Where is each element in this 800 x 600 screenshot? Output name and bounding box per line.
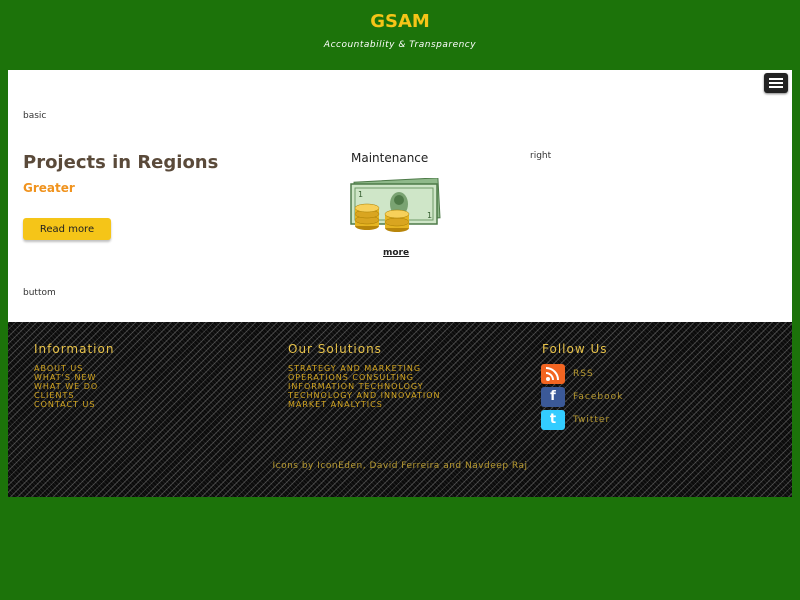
icon-credits: Icons by IconEden, David Ferreira and Na… xyxy=(8,461,792,471)
menu-bar xyxy=(769,82,783,84)
site-tagline: Accountability & Transparency xyxy=(323,40,477,50)
money-bills-coins-icon: 1 1 xyxy=(350,178,441,232)
position-label-buttom: buttom xyxy=(23,288,56,298)
menu-bar xyxy=(769,86,783,88)
read-more-button[interactable]: Read more xyxy=(23,218,111,240)
credit-link-iconeden[interactable]: IconEden xyxy=(317,461,362,471)
social-label-rss[interactable]: RSS xyxy=(573,369,594,379)
footer-link-market-analytics[interactable]: MARKET ANALYTICS xyxy=(288,400,441,409)
footer: Information ABOUT US WHAT'S NEW WHAT WE … xyxy=(8,322,792,497)
menu-bar xyxy=(769,78,783,80)
facebook-icon[interactable]: f xyxy=(541,387,565,407)
solutions-links: STRATEGY AND MARKETING OPERATIONS CONSUL… xyxy=(288,364,441,409)
footer-link-contact-us[interactable]: CONTACT US xyxy=(34,400,98,409)
footer-link-about-us[interactable]: ABOUT US xyxy=(34,364,98,373)
svg-text:1: 1 xyxy=(427,211,432,220)
credits-and: and xyxy=(439,461,465,471)
rss-icon[interactable] xyxy=(541,364,565,384)
social-label-facebook[interactable]: Facebook xyxy=(573,392,623,402)
maintenance-title: Maintenance xyxy=(351,151,429,165)
credit-link-navdeep-raj[interactable]: Navdeep Raj xyxy=(465,461,528,471)
footer-link-information-technology[interactable]: INFORMATION TECHNOLOGY xyxy=(288,382,441,391)
footer-link-operations[interactable]: OPERATIONS CONSULTING xyxy=(288,373,441,382)
footer-link-whats-new[interactable]: WHAT'S NEW xyxy=(34,373,98,382)
projects-title: Projects in Regions xyxy=(23,152,219,173)
credit-link-david-ferreira[interactable]: David Ferreira xyxy=(369,461,439,471)
position-label-right: right xyxy=(530,151,552,161)
site-title[interactable]: GSAM xyxy=(0,11,800,32)
credits-prefix: Icons by xyxy=(272,461,318,471)
information-title: Information xyxy=(34,342,115,356)
main-content: basic Projects in Regions Greater Read m… xyxy=(8,70,792,322)
footer-link-technology-innovation[interactable]: TECHNOLOGY AND INNOVATION xyxy=(288,391,441,400)
position-label-basic: basic xyxy=(23,111,47,121)
twitter-icon[interactable]: t xyxy=(541,410,565,430)
information-links: ABOUT US WHAT'S NEW WHAT WE DO CLIENTS C… xyxy=(34,364,98,409)
footer-link-clients[interactable]: CLIENTS xyxy=(34,391,98,400)
footer-link-what-we-do[interactable]: WHAT WE DO xyxy=(34,382,98,391)
follow-us-title: Follow Us xyxy=(542,342,608,356)
social-label-twitter[interactable]: Twitter xyxy=(573,415,610,425)
footer-link-strategy[interactable]: STRATEGY AND MARKETING xyxy=(288,364,441,373)
svg-text:1: 1 xyxy=(358,190,363,199)
hamburger-menu-icon[interactable] xyxy=(764,73,788,93)
solutions-title: Our Solutions xyxy=(288,342,382,356)
projects-subtitle: Greater xyxy=(23,181,75,195)
maintenance-more-link[interactable]: more xyxy=(383,248,409,258)
